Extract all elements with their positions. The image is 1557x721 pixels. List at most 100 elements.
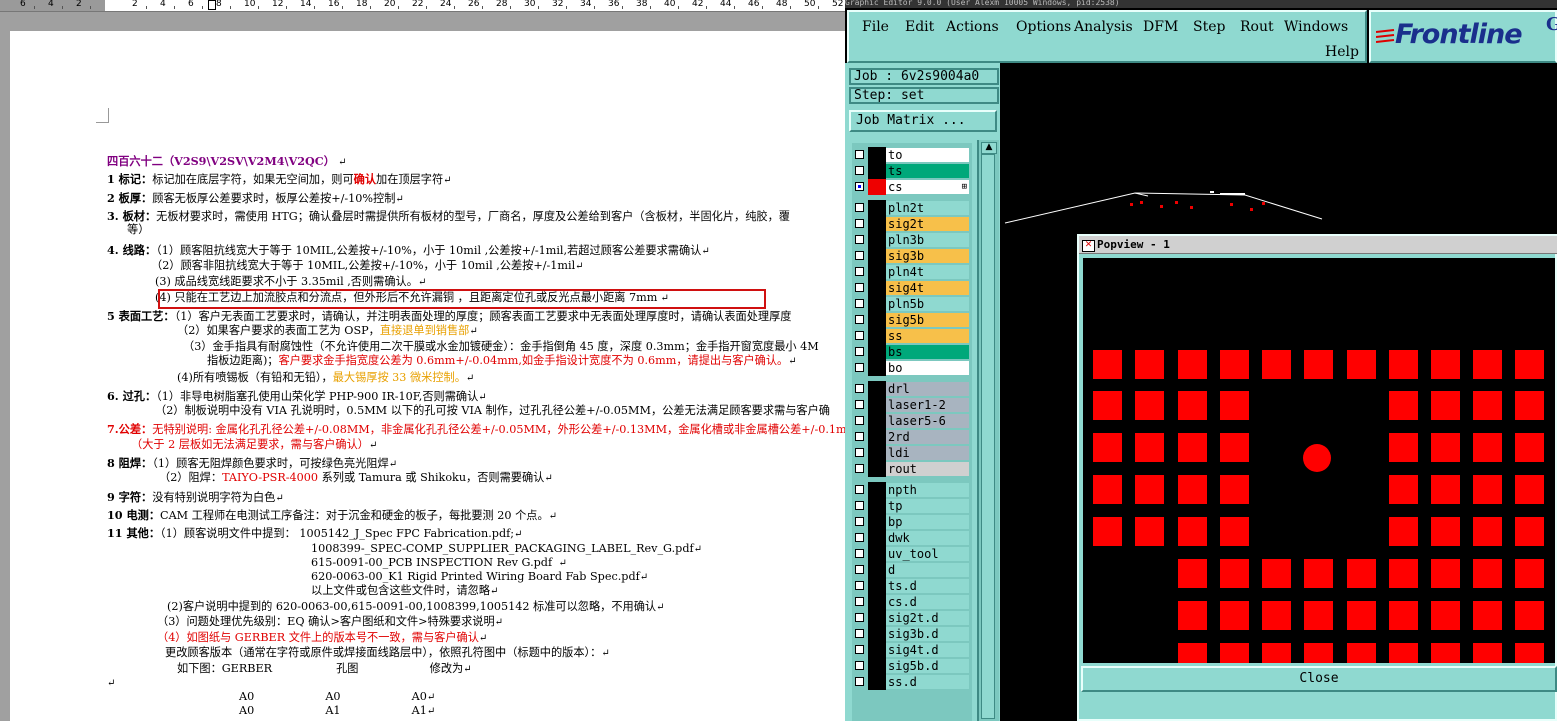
layer-row[interactable]: pln2t — [852, 200, 972, 216]
layer-row[interactable]: npth — [852, 482, 972, 498]
layer-checkbox[interactable] — [855, 400, 864, 409]
menu-rout[interactable]: Rout — [1240, 19, 1274, 35]
layer-checkbox[interactable] — [855, 363, 864, 372]
layer-name[interactable]: pln5b — [886, 297, 969, 311]
layer-name[interactable]: pln4t — [886, 265, 969, 279]
layer-row[interactable]: bs — [852, 344, 972, 360]
layer-checkbox[interactable] — [855, 331, 864, 340]
menu-options[interactable]: Options — [1016, 19, 1071, 35]
layer-name[interactable]: ts — [886, 164, 969, 178]
popview-canvas[interactable] — [1083, 258, 1555, 663]
layer-checkbox[interactable] — [855, 533, 864, 542]
layer-name[interactable]: tp — [886, 499, 969, 513]
menu-analysis[interactable]: Analysis — [1074, 19, 1133, 35]
layer-name[interactable]: d — [886, 563, 969, 577]
layer-name[interactable]: sig5b.d — [886, 659, 969, 673]
menu-file[interactable]: File — [862, 19, 889, 35]
layer-row[interactable]: ss.d — [852, 674, 972, 690]
layer-checkbox[interactable] — [855, 464, 864, 473]
layer-checkbox[interactable] — [855, 549, 864, 558]
layer-checkbox[interactable] — [855, 315, 864, 324]
layer-row[interactable]: to — [852, 147, 972, 163]
layer-row[interactable]: ss — [852, 328, 972, 344]
layer-row[interactable]: 2rd — [852, 429, 972, 445]
layer-checkbox[interactable] — [855, 485, 864, 494]
layer-row[interactable]: sig5b.d — [852, 658, 972, 674]
layer-name[interactable]: ts.d — [886, 579, 969, 593]
layer-checkbox[interactable] — [855, 432, 864, 441]
layer-row[interactable]: sig2t — [852, 216, 972, 232]
layer-checkbox[interactable] — [855, 629, 864, 638]
layer-checkbox[interactable] — [855, 182, 864, 191]
layer-checkbox[interactable] — [855, 235, 864, 244]
layer-row[interactable]: drl — [852, 381, 972, 397]
layer-name[interactable]: sig2t — [886, 217, 969, 231]
menu-actions[interactable]: Actions — [946, 19, 999, 35]
layer-name[interactable]: to — [886, 148, 969, 162]
layer-name[interactable]: npth — [886, 483, 969, 497]
layer-name[interactable]: 2rd — [886, 430, 969, 444]
layer-row[interactable]: sig4t — [852, 280, 972, 296]
layer-name[interactable]: bp — [886, 515, 969, 529]
layer-checkbox[interactable] — [855, 645, 864, 654]
layer-row[interactable]: cs ⊞ — [852, 179, 972, 195]
layer-row[interactable]: cs.d — [852, 594, 972, 610]
layer-checkbox[interactable] — [855, 581, 864, 590]
layer-row[interactable]: sig2t.d — [852, 610, 972, 626]
layer-checkbox[interactable] — [855, 219, 864, 228]
layer-row[interactable]: laser5-6 — [852, 413, 972, 429]
layer-name[interactable]: ss.d — [886, 675, 969, 689]
layer-name[interactable]: pln2t — [886, 201, 969, 215]
layer-name[interactable]: pln3b — [886, 233, 969, 247]
layer-checkbox[interactable] — [855, 299, 864, 308]
layer-checkbox[interactable] — [855, 384, 864, 393]
layer-name[interactable]: bo — [886, 361, 969, 375]
layer-row[interactable]: ldi — [852, 445, 972, 461]
job-matrix-button[interactable]: Job Matrix ... — [849, 110, 997, 132]
layer-name[interactable]: sig5b — [886, 313, 969, 327]
layer-row[interactable]: pln4t — [852, 264, 972, 280]
layer-row[interactable]: pln5b — [852, 296, 972, 312]
menu-help[interactable]: Help — [1325, 44, 1359, 60]
layer-name[interactable]: ldi — [886, 446, 969, 460]
layer-row[interactable]: sig3b.d — [852, 626, 972, 642]
scroll-thumb[interactable] — [981, 154, 995, 719]
layer-checkbox[interactable] — [855, 283, 864, 292]
layer-checkbox[interactable] — [855, 347, 864, 356]
layer-row[interactable]: d — [852, 562, 972, 578]
layer-name[interactable]: bs — [886, 345, 969, 359]
scroll-up-icon[interactable]: ▲ — [981, 142, 997, 154]
layer-list-scrollbar[interactable]: ▲ — [977, 140, 999, 721]
layer-name[interactable]: dwk — [886, 531, 969, 545]
menu-dfm[interactable]: DFM — [1143, 19, 1178, 35]
layer-row[interactable]: ts.d — [852, 578, 972, 594]
popview-window-icon[interactable]: ✕ — [1082, 240, 1095, 252]
layer-checkbox[interactable] — [855, 416, 864, 425]
layer-checkbox[interactable] — [855, 251, 864, 260]
popview-window[interactable]: Popview - 1 ✕ Close — [1077, 234, 1557, 721]
layer-checkbox[interactable] — [855, 448, 864, 457]
layer-row[interactable]: ts — [852, 163, 972, 179]
menu-edit[interactable]: Edit — [905, 19, 934, 35]
layer-name[interactable]: sig2t.d — [886, 611, 969, 625]
layer-checkbox[interactable] — [855, 150, 864, 159]
layer-row[interactable]: uv_tool — [852, 546, 972, 562]
layer-checkbox[interactable] — [855, 613, 864, 622]
layer-checkbox[interactable] — [855, 166, 864, 175]
menu-step[interactable]: Step — [1193, 19, 1225, 35]
layer-row[interactable]: sig3b — [852, 248, 972, 264]
layer-row[interactable]: dwk — [852, 530, 972, 546]
close-button[interactable]: Close — [1081, 666, 1557, 692]
layer-name[interactable]: sig4t.d — [886, 643, 969, 657]
layer-checkbox[interactable] — [855, 517, 864, 526]
layer-row[interactable]: laser1-2 — [852, 397, 972, 413]
layer-name[interactable]: sig3b.d — [886, 627, 969, 641]
layer-checkbox[interactable] — [855, 501, 864, 510]
menu-windows[interactable]: Windows — [1284, 19, 1348, 35]
layer-name[interactable]: rout — [886, 462, 969, 476]
layer-row[interactable]: tp — [852, 498, 972, 514]
layer-name[interactable]: cs ⊞ — [886, 180, 969, 194]
layer-name[interactable]: uv_tool — [886, 547, 969, 561]
layer-name[interactable]: drl — [886, 382, 969, 396]
layer-checkbox[interactable] — [855, 677, 864, 686]
